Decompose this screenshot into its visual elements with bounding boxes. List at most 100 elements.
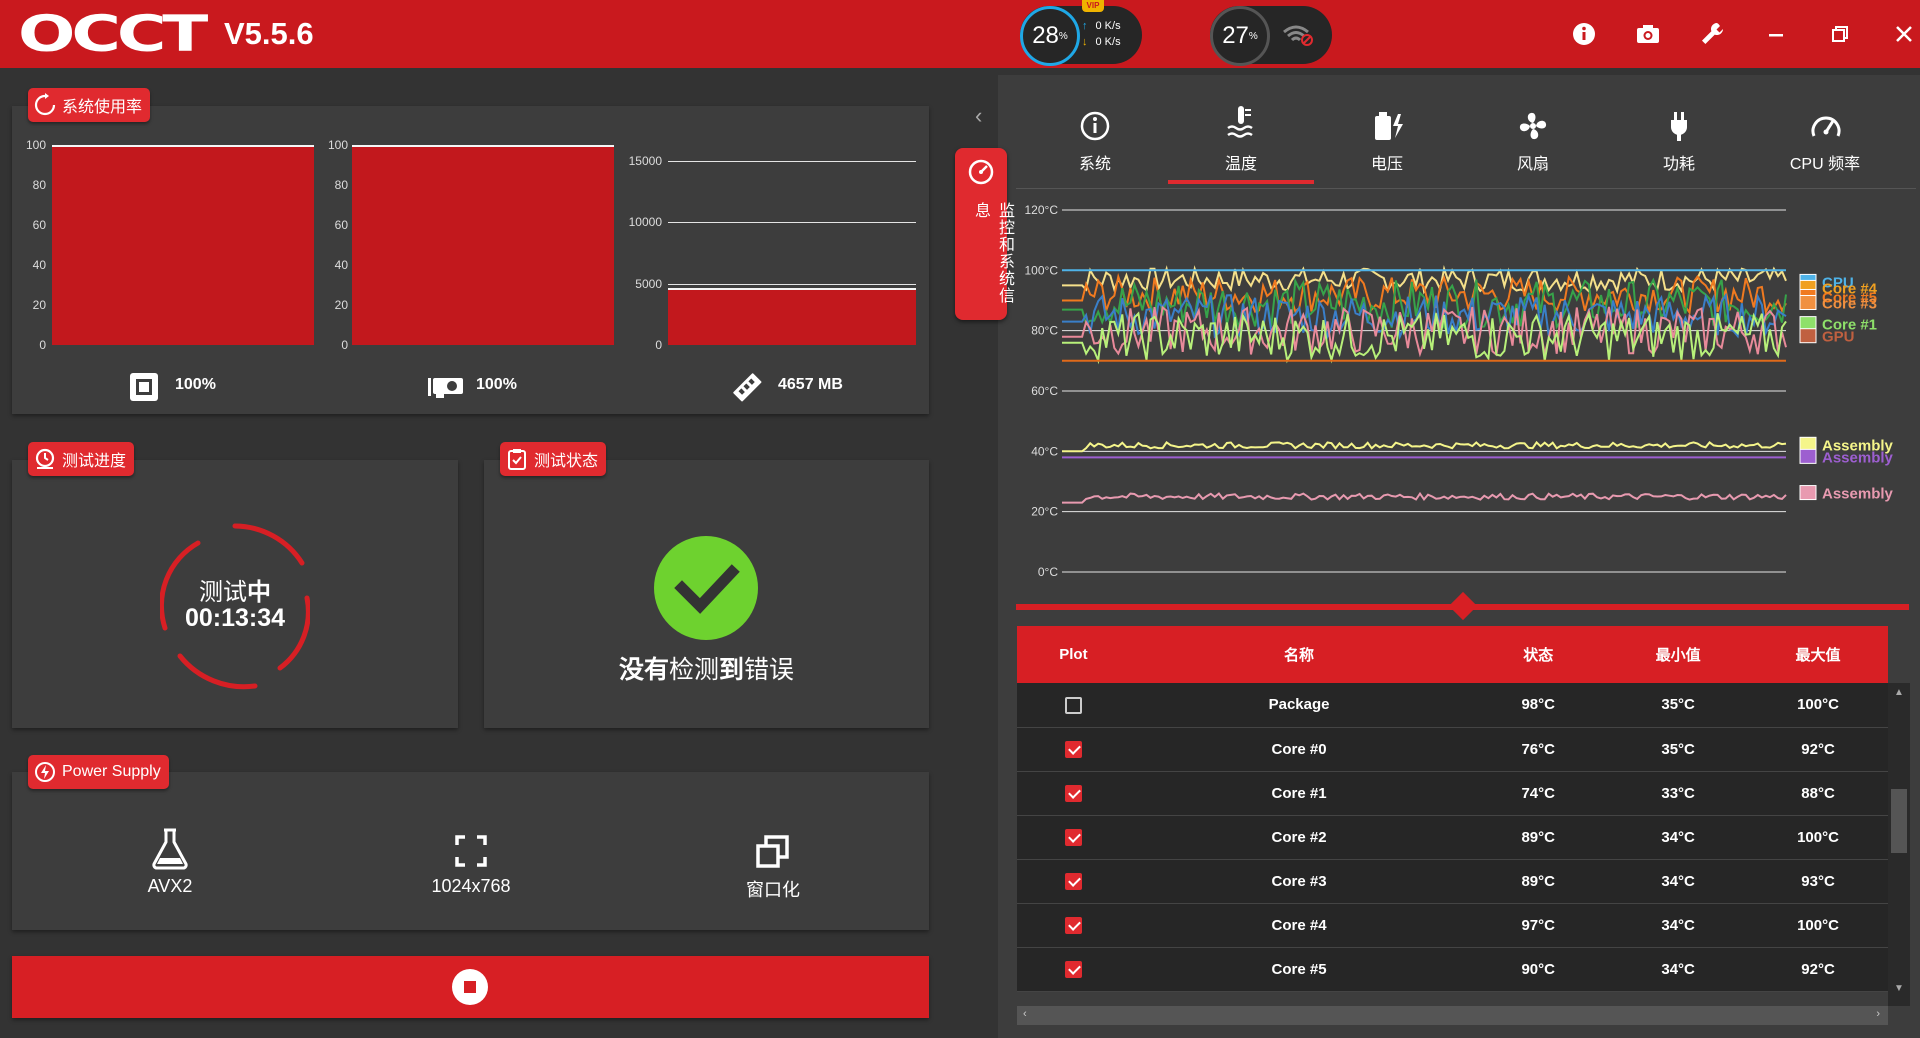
- plot-checkbox[interactable]: [1064, 828, 1082, 846]
- tab-divider: [1016, 188, 1916, 189]
- plot-cell[interactable]: [1017, 859, 1130, 904]
- power-supply-title: Power Supply: [62, 763, 161, 780]
- restore-icon[interactable]: [1826, 20, 1854, 48]
- monitoring-side-tab[interactable]: 监控和系统信息: [955, 148, 1013, 320]
- tab-temperature[interactable]: 温度: [1168, 106, 1314, 184]
- chevron-left-icon[interactable]: ‹: [975, 103, 982, 129]
- legend-label: GPU: [1822, 329, 1855, 346]
- plot-cell[interactable]: [1017, 771, 1130, 816]
- sensor-name: Core #5: [1129, 947, 1469, 992]
- plot-checkbox[interactable]: [1064, 916, 1082, 934]
- y-tick-label: 20: [32, 298, 46, 312]
- minimize-icon[interactable]: [1762, 20, 1790, 48]
- sensor-name: Package: [1129, 683, 1469, 728]
- test-status-prefix: 测试: [199, 579, 247, 606]
- sensor-max: 93°C: [1748, 859, 1888, 904]
- cpu-usage-area: [52, 145, 314, 345]
- table-row[interactable]: Core #4 97°C 34°C 100°C: [1017, 903, 1888, 948]
- table-vertical-scrollbar[interactable]: ▲ ▼: [1888, 683, 1910, 1006]
- col-header-status[interactable]: 状态: [1468, 626, 1609, 683]
- table-row[interactable]: Package 98°C 35°C 100°C: [1017, 683, 1888, 728]
- plot-cell[interactable]: [1017, 727, 1130, 772]
- battery-bolt-icon: [1375, 112, 1403, 140]
- app-logo: OCCT: [18, 5, 208, 63]
- table-row[interactable]: Core #3 89°C 34°C 93°C: [1017, 859, 1888, 904]
- plot-cell[interactable]: [1017, 903, 1130, 948]
- sensor-min: 35°C: [1608, 683, 1749, 728]
- y-tick-label: 0: [341, 338, 348, 352]
- table-scroll-thumb[interactable]: [1891, 789, 1907, 853]
- gpu-usage-value: 100%: [476, 376, 517, 393]
- stop-test-button[interactable]: [12, 956, 929, 1018]
- temperature-chart: 120°C100°C80°C60°C40°C20°C0°CCPUCore #4C…: [1025, 203, 1894, 579]
- y-tick-label: 120°C: [1025, 203, 1059, 217]
- plot-cell[interactable]: [1017, 683, 1130, 728]
- resolution-label[interactable]: 1024x768: [411, 876, 531, 897]
- col-header-name[interactable]: 名称: [1129, 626, 1469, 683]
- sensor-max: 100°C: [1748, 815, 1888, 860]
- tab-cpu-frequency[interactable]: CPU 频率: [1752, 110, 1898, 182]
- sensor-min: 34°C: [1608, 859, 1749, 904]
- tab-fans[interactable]: 风扇: [1460, 110, 1606, 182]
- y-tick-label: 80: [334, 178, 348, 192]
- table-row[interactable]: Core #2 89°C 34°C 100°C: [1017, 815, 1888, 860]
- table-row[interactable]: Core #0 76°C 35°C 92°C: [1017, 727, 1888, 772]
- legend-label: Core #3: [1822, 296, 1877, 313]
- title-bar: OCCT V5.5.6 VIP 28% ↑ 0 K/s ↓ 0 K/s 27%: [0, 0, 1920, 68]
- info-icon[interactable]: [1570, 20, 1598, 48]
- stop-icon: [452, 969, 488, 1005]
- sensor-max: 88°C: [1748, 771, 1888, 816]
- wrench-icon[interactable]: [1698, 20, 1726, 48]
- wifi-disconnected-icon: [1283, 25, 1313, 46]
- flask-icon[interactable]: [150, 828, 190, 870]
- col-header-max[interactable]: 最大值: [1748, 626, 1888, 683]
- y-tick-label: 60: [334, 218, 348, 232]
- scroll-up-icon[interactable]: ▲: [1894, 687, 1904, 698]
- plot-cell[interactable]: [1017, 815, 1130, 860]
- tab-system[interactable]: 系统: [1022, 110, 1168, 182]
- no-errors-part-4: 错误: [744, 656, 795, 684]
- scroll-down-icon[interactable]: ▼: [1894, 983, 1904, 994]
- table-row[interactable]: Core #5 90°C 34°C 92°C: [1017, 947, 1888, 992]
- window-mode-label[interactable]: 窗口化: [713, 876, 833, 902]
- arrow-up-icon: ↑: [1082, 20, 1088, 32]
- scroll-left-icon[interactable]: ‹: [1023, 1008, 1027, 1020]
- gpu-usage-area: [352, 145, 614, 345]
- sensor-max: 100°C: [1748, 903, 1888, 948]
- tab-power[interactable]: 功耗: [1606, 110, 1752, 182]
- sensor-min: 34°C: [1608, 903, 1749, 948]
- tab-temperature-label: 温度: [1224, 156, 1257, 173]
- y-tick-label: 40: [334, 258, 348, 272]
- plot-cell[interactable]: [1017, 947, 1130, 992]
- col-header-min[interactable]: 最小值: [1608, 626, 1749, 683]
- plot-checkbox[interactable]: [1064, 784, 1082, 802]
- scroll-right-icon[interactable]: ›: [1876, 1008, 1880, 1020]
- plot-checkbox[interactable]: [1064, 872, 1082, 890]
- camera-icon[interactable]: [1634, 20, 1662, 48]
- fullscreen-icon[interactable]: [455, 835, 487, 867]
- y-tick-label: 100: [25, 138, 46, 152]
- fan-icon: [1519, 112, 1547, 140]
- cpu-usage-value: 100%: [175, 376, 216, 393]
- table-horizontal-scrollbar[interactable]: ‹ ›: [1017, 1006, 1888, 1025]
- plot-checkbox[interactable]: [1064, 696, 1082, 714]
- plot-checkbox[interactable]: [1064, 740, 1082, 758]
- y-tick-label: 0: [39, 338, 46, 352]
- refresh-icon: [34, 93, 56, 116]
- sensor-name: Core #4: [1129, 903, 1469, 948]
- y-tick-label: 0: [655, 338, 662, 352]
- y-tick-label: 0°C: [1038, 565, 1058, 579]
- test-state-tag: 测试状态: [500, 442, 607, 476]
- sensor-status: 97°C: [1468, 903, 1609, 948]
- y-tick-label: 20: [334, 298, 348, 312]
- y-tick-label: 40: [32, 258, 46, 272]
- table-row[interactable]: Core #1 74°C 33°C 88°C: [1017, 771, 1888, 816]
- windowed-icon[interactable]: [756, 834, 790, 868]
- memory-usage-value: 4657 MB: [778, 376, 843, 393]
- plot-checkbox[interactable]: [1064, 960, 1082, 978]
- tab-voltage[interactable]: 电压: [1314, 110, 1460, 182]
- instruction-set-label[interactable]: AVX2: [110, 876, 230, 897]
- close-icon[interactable]: [1890, 20, 1918, 48]
- col-header-plot[interactable]: Plot: [1017, 626, 1130, 683]
- y-tick-label: 60°C: [1031, 384, 1058, 398]
